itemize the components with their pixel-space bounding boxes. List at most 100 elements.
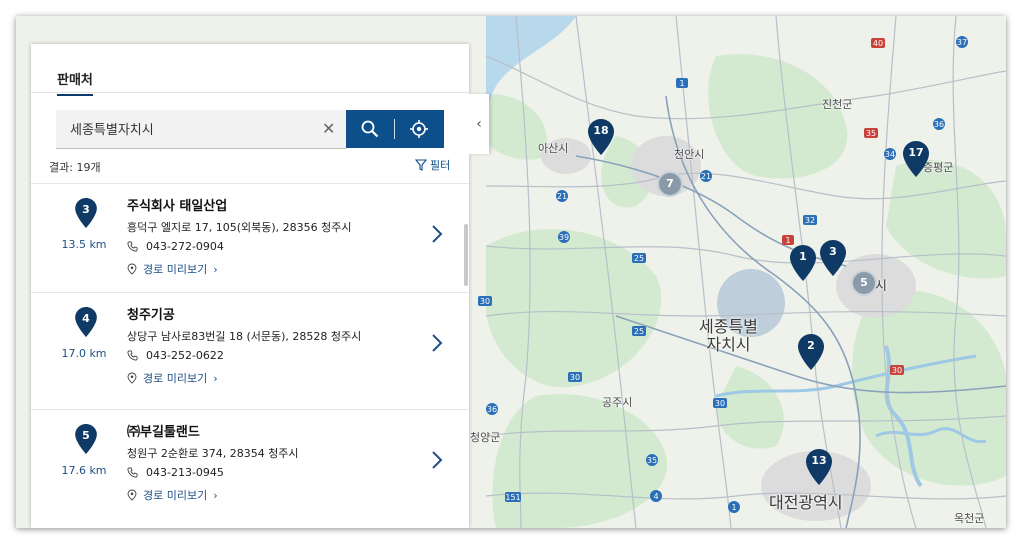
location-pin-icon xyxy=(127,263,137,275)
svg-text:21: 21 xyxy=(701,172,711,181)
chevron-right-icon[interactable] xyxy=(431,450,443,470)
dealer-phone-row: 043-252-0622 xyxy=(127,349,224,362)
chevron-right-icon: › xyxy=(213,488,218,502)
svg-text:30: 30 xyxy=(480,297,490,306)
filter-button[interactable]: 필터 xyxy=(415,157,450,173)
map-marker[interactable]: 1 xyxy=(790,245,816,281)
svg-text:37: 37 xyxy=(957,38,967,47)
route-preview-link[interactable]: 경로 미리보기 › xyxy=(127,370,218,386)
route-preview-label: 경로 미리보기 xyxy=(143,372,208,385)
map-marker-label: 18 xyxy=(593,124,609,137)
search-icon xyxy=(361,120,379,138)
place-sejong: 세종특별 자치시 xyxy=(699,317,758,354)
dealer-rank: 5 xyxy=(82,429,90,442)
svg-text:40: 40 xyxy=(873,39,883,48)
search-box: ✕ xyxy=(56,110,346,149)
dealer-rank: 4 xyxy=(82,312,90,325)
location-pin-icon xyxy=(127,489,137,501)
map-cluster[interactable]: 5 xyxy=(851,270,877,296)
svg-text:1: 1 xyxy=(785,236,790,245)
chevron-right-icon[interactable] xyxy=(431,333,443,353)
dealer-rank-marker: 4 xyxy=(75,307,97,337)
dealer-phone-row: 043-213-0945 xyxy=(127,466,224,479)
map-marker[interactable]: 18 xyxy=(588,119,614,155)
chevron-left-icon: ‹ xyxy=(476,116,482,132)
map-marker-label: 1 xyxy=(799,250,807,263)
dealer-name: 주식회사 태일산업 xyxy=(127,199,228,214)
chevron-right-icon: › xyxy=(213,371,218,385)
dealer-distance: 13.5 km xyxy=(61,238,107,251)
svg-text:151: 151 xyxy=(505,493,520,502)
dealer-address: 상당구 남사로83번길 18 (서문동), 28528 청주시 xyxy=(127,330,362,343)
tab-divider xyxy=(31,92,469,93)
dealer-phone[interactable]: 043-252-0622 xyxy=(146,349,224,362)
phone-icon xyxy=(127,241,138,252)
svg-text:1: 1 xyxy=(679,79,684,88)
locate-button[interactable] xyxy=(395,110,443,148)
place-cheongyang: 청양군 xyxy=(470,431,501,444)
map-cluster[interactable]: 7 xyxy=(657,171,683,197)
filter-icon xyxy=(415,159,427,171)
map-marker[interactable]: 2 xyxy=(798,334,824,370)
location-pin-icon xyxy=(127,372,137,384)
route-preview-label: 경로 미리보기 xyxy=(143,489,208,502)
svg-text:25: 25 xyxy=(634,254,644,263)
app-frame: 40 37 1 35 34 21 21 39 32 1 25 30 25 30 … xyxy=(16,16,1006,528)
map-marker-label: 17 xyxy=(908,146,924,159)
map-marker[interactable]: 17 xyxy=(903,141,929,177)
svg-text:1: 1 xyxy=(731,503,736,512)
collapse-panel-button[interactable]: ‹ xyxy=(469,94,489,154)
svg-text:4: 4 xyxy=(653,492,658,501)
svg-text:36: 36 xyxy=(487,405,497,414)
svg-text:30: 30 xyxy=(892,366,902,375)
dealer-panel: 판매처 ✕ 결과: 19개 필터 3 13.5 km xyxy=(31,44,469,528)
dealer-distance: 17.0 km xyxy=(61,347,107,360)
dealer-name: 청주기공 xyxy=(127,308,175,323)
route-preview-link[interactable]: 경로 미리보기 › xyxy=(127,487,218,503)
place-okcheon: 옥천군 xyxy=(954,512,985,525)
dealer-phone-row: 043-272-0904 xyxy=(127,240,224,253)
dealer-address: 청원구 2순환로 374, 28354 청주시 xyxy=(127,447,299,460)
dealer-address: 흥덕구 엘지로 17, 105(외북동), 28356 청주시 xyxy=(127,221,352,234)
svg-text:36: 36 xyxy=(934,120,944,129)
chevron-right-icon[interactable] xyxy=(431,224,443,244)
divider xyxy=(394,119,395,139)
svg-text:21: 21 xyxy=(557,192,567,201)
svg-text:35: 35 xyxy=(866,129,876,138)
svg-text:34: 34 xyxy=(885,150,895,159)
dealer-list-item[interactable]: 3 13.5 km 주식회사 태일산업 흥덕구 엘지로 17, 105(외북동)… xyxy=(31,183,469,299)
dealer-distance: 17.6 km xyxy=(61,464,107,477)
map-marker[interactable]: 3 xyxy=(820,240,846,276)
dealer-phone[interactable]: 043-213-0945 xyxy=(146,466,224,479)
crosshair-icon xyxy=(410,120,428,138)
clear-icon[interactable]: ✕ xyxy=(322,119,335,138)
dealer-list-item[interactable]: 4 17.0 km 청주기공 상당구 남사로83번길 18 (서문동), 285… xyxy=(31,292,469,408)
dealer-name: ㈜부길툴랜드 xyxy=(127,425,200,440)
place-asan: 아산시 xyxy=(538,142,569,155)
svg-text:35: 35 xyxy=(647,456,657,465)
map-marker-label: 13 xyxy=(811,454,827,467)
svg-text:32: 32 xyxy=(805,216,815,225)
place-gongju: 공주시 xyxy=(602,396,633,409)
dealer-phone[interactable]: 043-272-0904 xyxy=(146,240,224,253)
search-actions xyxy=(346,110,444,148)
dealer-rank-marker: 3 xyxy=(75,198,97,228)
phone-icon xyxy=(127,467,138,478)
map-marker[interactable]: 13 xyxy=(806,449,832,485)
place-daejeon: 대전광역시 xyxy=(769,493,843,512)
map-marker-label: 2 xyxy=(807,339,815,352)
search-input[interactable] xyxy=(68,120,312,137)
route-preview-link[interactable]: 경로 미리보기 › xyxy=(127,261,218,277)
route-preview-label: 경로 미리보기 xyxy=(143,263,208,276)
dealer-rank: 3 xyxy=(82,203,90,216)
dealer-list-item[interactable]: 5 17.6 km ㈜부길툴랜드 청원구 2순환로 374, 28354 청주시… xyxy=(31,409,469,525)
search-button[interactable] xyxy=(346,110,394,148)
place-cheonan: 천안시 xyxy=(674,148,705,161)
svg-text:25: 25 xyxy=(634,327,644,336)
map-marker-label: 3 xyxy=(829,245,837,258)
svg-text:30: 30 xyxy=(715,399,725,408)
place-jincheon: 진천군 xyxy=(822,98,853,111)
chevron-right-icon: › xyxy=(213,262,218,276)
list-scrollbar[interactable] xyxy=(464,224,468,286)
results-count: 결과: 19개 xyxy=(49,161,101,174)
